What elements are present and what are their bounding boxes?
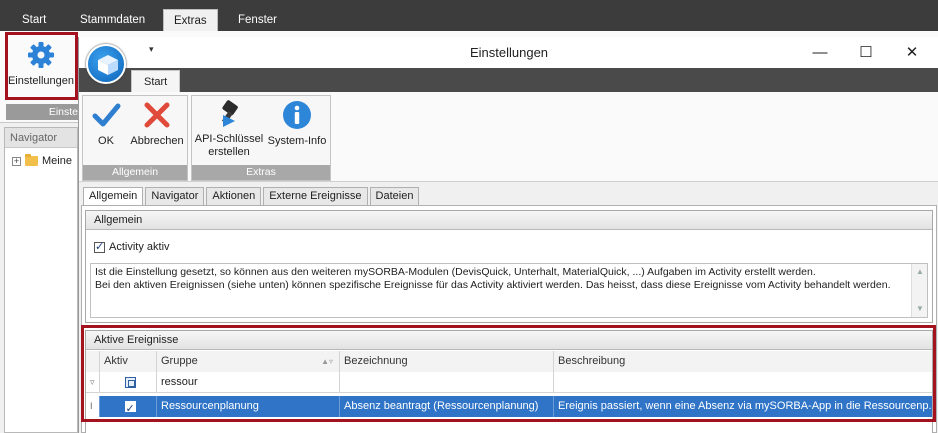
ok-button[interactable]: OK (87, 99, 125, 148)
general-section: Allgemein Activity aktiv Ist die Einstel… (85, 210, 933, 323)
description-line1: Ist die Einstellung gesetzt, so können a… (95, 266, 816, 278)
api-key-button[interactable]: API-Schlüssel erstellen (194, 99, 264, 159)
navigator-item[interactable]: + Meine (12, 154, 72, 167)
navigator-panel: Navigator + Meine (4, 127, 78, 433)
cancel-x-icon (129, 99, 185, 131)
cancel-button[interactable]: Abbrechen (129, 99, 185, 148)
tab-navigator[interactable]: Navigator (145, 187, 205, 205)
system-info-button-label: System-Info (267, 135, 327, 147)
tab-externe-ereignisse[interactable]: Externe Ereignisse (263, 187, 368, 205)
main-tab-extras[interactable]: Extras (163, 9, 218, 31)
dialog-tabstrip: Start (79, 68, 938, 92)
ribbon-group-caption-extras: Extras (192, 165, 330, 180)
navigator-item-label: Meine (42, 155, 72, 167)
main-tab-stammdaten[interactable]: Stammdaten (70, 9, 155, 31)
description-scrollbar[interactable]: ▲ ▼ (911, 264, 927, 317)
minimize-button[interactable]: — (797, 37, 843, 68)
ribbon-group-extras: API-Schlüssel erstellen System-Info Extr… (191, 95, 331, 181)
ok-button-label: OK (98, 135, 114, 147)
close-button[interactable]: ✕ (889, 37, 935, 68)
tab-dateien[interactable]: Dateien (369, 187, 420, 205)
key-icon (194, 99, 264, 129)
settings-tabs: Allgemein Navigator Aktionen Externe Ere… (83, 187, 421, 206)
tab-start[interactable]: Start (131, 70, 181, 92)
expand-icon[interactable]: + (12, 156, 21, 166)
dialog-titlebar: ▾ Einstellungen — ☐ ✕ (79, 37, 938, 68)
maximize-button[interactable]: ☐ (843, 37, 889, 68)
main-tab-fenster[interactable]: Fenster (228, 9, 287, 31)
highlight-settings-button (5, 32, 78, 100)
activity-active-row[interactable]: Activity aktiv (94, 240, 170, 253)
navigator-header: Navigator (5, 128, 77, 148)
main-group-caption: Einste (6, 104, 80, 120)
description-line2: Bei den aktiven Ereignissen (siehe unten… (95, 278, 891, 291)
dialog-ribbon: OK Abbrechen Allgemein API-Schlüssel ers… (79, 92, 938, 182)
checkmark-icon (87, 99, 125, 131)
scroll-up-icon[interactable]: ▲ (916, 266, 924, 279)
ribbon-group-caption-allgemein: Allgemein (83, 165, 187, 180)
activity-active-checkbox[interactable] (94, 240, 105, 253)
app-logo-icon[interactable] (86, 44, 126, 84)
system-info-button[interactable]: System-Info (266, 99, 328, 148)
main-tab-start[interactable]: Start (12, 9, 56, 31)
info-icon (266, 99, 328, 131)
api-key-button-label-line2: erstellen (208, 146, 250, 158)
general-section-header: Allgemein (86, 211, 932, 230)
tab-aktionen[interactable]: Aktionen (206, 187, 262, 205)
scroll-down-icon[interactable]: ▼ (916, 303, 924, 316)
folder-icon (25, 154, 38, 166)
cancel-button-label: Abbrechen (130, 135, 184, 147)
description-box[interactable]: Ist die Einstellung gesetzt, so können a… (90, 263, 928, 318)
highlight-active-events (81, 325, 936, 422)
activity-active-label: Activity aktiv (109, 241, 170, 253)
main-tabbar: Start Stammdaten Extras Fenster (0, 0, 938, 31)
tab-allgemein[interactable]: Allgemein (83, 187, 144, 206)
api-key-button-label-line1: API-Schlüssel (194, 133, 264, 145)
ribbon-group-allgemein: OK Abbrechen Allgemein (82, 95, 188, 181)
